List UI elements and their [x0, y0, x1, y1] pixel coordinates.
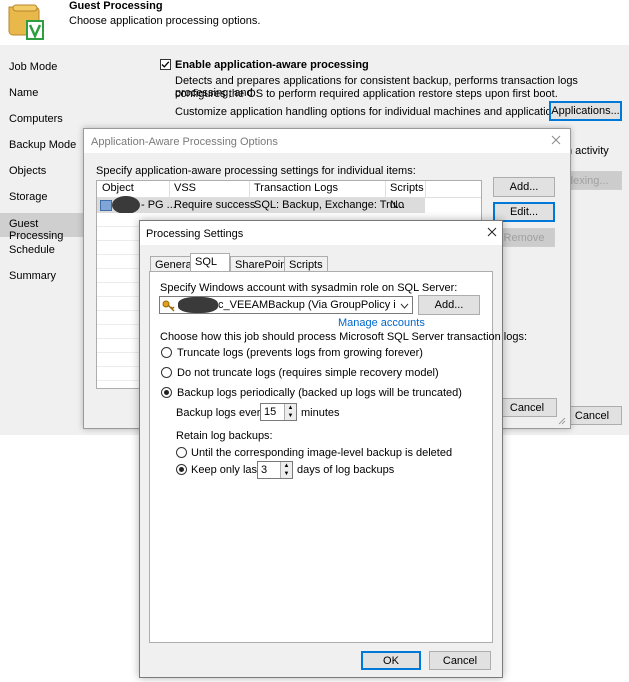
choose-label: Choose how this job should process Micro… — [160, 331, 528, 343]
account-add-button[interactable]: Add... — [418, 295, 480, 315]
wizard-nav: Job Mode Name Computers Backup Mode Obje… — [0, 45, 90, 435]
page-subtitle: Choose application processing options. — [69, 15, 261, 27]
radio-retain-until-deleted[interactable] — [176, 447, 187, 458]
col-sep — [385, 181, 386, 197]
ps-cancel-button[interactable]: Cancel — [429, 651, 491, 670]
activity-text-fragment: n activity — [566, 145, 609, 157]
chevron-down-icon[interactable] — [400, 301, 409, 309]
aap-title: Application-Aware Processing Options — [91, 136, 278, 148]
tab-scripts[interactable]: Scripts — [284, 256, 328, 272]
ps-title: Processing Settings — [146, 228, 244, 240]
table-row[interactable]: - PG ... Require success SQL: Backup, Ex… — [97, 196, 425, 214]
radio-no-truncate[interactable] — [161, 367, 172, 378]
nav-item-storage[interactable]: Storage — [9, 191, 48, 203]
col-sep — [425, 181, 426, 197]
col-header-vss[interactable]: VSS — [174, 182, 196, 194]
cell-object: - PG ... — [141, 199, 176, 211]
cell-logs: SQL: Backup, Exchange: Tru... — [254, 199, 406, 211]
nav-item-guest-processing[interactable]: Guest Processing — [9, 218, 90, 242]
scroll-icon — [5, 3, 45, 43]
label-retain-until-deleted: Until the corresponding image-level back… — [191, 447, 453, 459]
radio-keep-only-last[interactable] — [176, 464, 187, 475]
close-icon[interactable] — [550, 134, 562, 146]
ps-ok-button[interactable]: OK — [361, 651, 421, 670]
aap-edit-button[interactable]: Edit... — [493, 202, 555, 222]
label-keep-only-last: Keep only last — [191, 464, 261, 476]
manage-accounts-link[interactable]: Manage accounts — [338, 317, 425, 329]
close-icon[interactable] — [486, 226, 498, 238]
label-no-truncate: Do not truncate logs (requires simple re… — [177, 367, 439, 379]
aap-add-button[interactable]: Add... — [493, 177, 555, 197]
nav-item-name[interactable]: Name — [9, 87, 38, 99]
backup-interval-stepper[interactable]: 15 ▲ ▼ — [260, 403, 297, 421]
col-header-transaction-logs[interactable]: Transaction Logs — [254, 182, 338, 194]
keep-days-value: 3 — [261, 464, 268, 476]
radio-truncate-logs[interactable] — [161, 347, 172, 358]
resize-grip-icon[interactable] — [557, 416, 566, 425]
radio-backup-periodically[interactable] — [161, 387, 172, 398]
vm-icon — [100, 200, 112, 211]
keep-days-stepper[interactable]: 3 ▲ ▼ — [257, 461, 293, 479]
backup-every-unit: minutes — [301, 407, 340, 419]
aap-instruction: Specify application-aware processing set… — [96, 165, 416, 177]
nav-item-job-mode[interactable]: Job Mode — [9, 61, 57, 73]
col-header-scripts[interactable]: Scripts — [390, 182, 424, 194]
col-header-object[interactable]: Object — [102, 182, 134, 194]
enable-aap-label: Enable application-aware processing — [175, 59, 369, 71]
stepper-arrows-icon[interactable]: ▲ ▼ — [284, 404, 296, 420]
redacted-name — [112, 196, 140, 214]
col-sep — [169, 181, 170, 197]
account-label: Specify Windows account with sysadmin ro… — [160, 282, 458, 294]
label-truncate-logs: Truncate logs (prevents logs from growin… — [177, 347, 423, 359]
account-select[interactable]: c_VEEAMBackup (Via GroupPolicy is dit ac… — [159, 296, 413, 314]
nav-item-objects[interactable]: Objects — [9, 165, 46, 177]
tab-sql[interactable]: SQL — [190, 253, 230, 272]
cell-vss: Require success — [174, 199, 256, 211]
account-value: c_VEEAMBackup (Via GroupPolicy is dit ac… — [218, 299, 396, 311]
page-title: Guest Processing — [69, 0, 163, 12]
nav-item-summary[interactable]: Summary — [9, 270, 56, 282]
retain-label: Retain log backups: — [176, 430, 273, 442]
indexing-label: dexing... — [567, 174, 609, 187]
backup-every-label: Backup logs every: — [176, 407, 269, 419]
keep-days-unit: days of log backups — [297, 464, 395, 476]
stepper-arrows-icon[interactable]: ▲ ▼ — [280, 462, 292, 478]
enable-aap-checkbox[interactable] — [160, 59, 171, 70]
label-backup-periodically: Backup logs periodically (backed up logs… — [177, 387, 462, 399]
nav-item-schedule[interactable]: Schedule — [9, 244, 55, 256]
backup-interval-value: 15 — [264, 406, 277, 418]
redacted-account — [178, 297, 218, 313]
aap-cancel-button[interactable]: Cancel — [497, 398, 557, 417]
customize-text: Customize application handling options f… — [175, 106, 564, 118]
nav-item-backup-mode[interactable]: Backup Mode — [9, 139, 76, 151]
nav-item-computers[interactable]: Computers — [9, 113, 63, 125]
header-bar: Guest Processing Choose application proc… — [0, 0, 629, 44]
enable-aap-desc-2: configures the OS to perform required ap… — [175, 88, 558, 100]
applications-button[interactable]: Applications... — [549, 101, 622, 121]
col-sep — [249, 181, 250, 197]
key-icon — [162, 299, 176, 312]
cell-scripts: No — [390, 199, 405, 211]
wizard-cancel-button[interactable]: Cancel — [562, 406, 622, 425]
